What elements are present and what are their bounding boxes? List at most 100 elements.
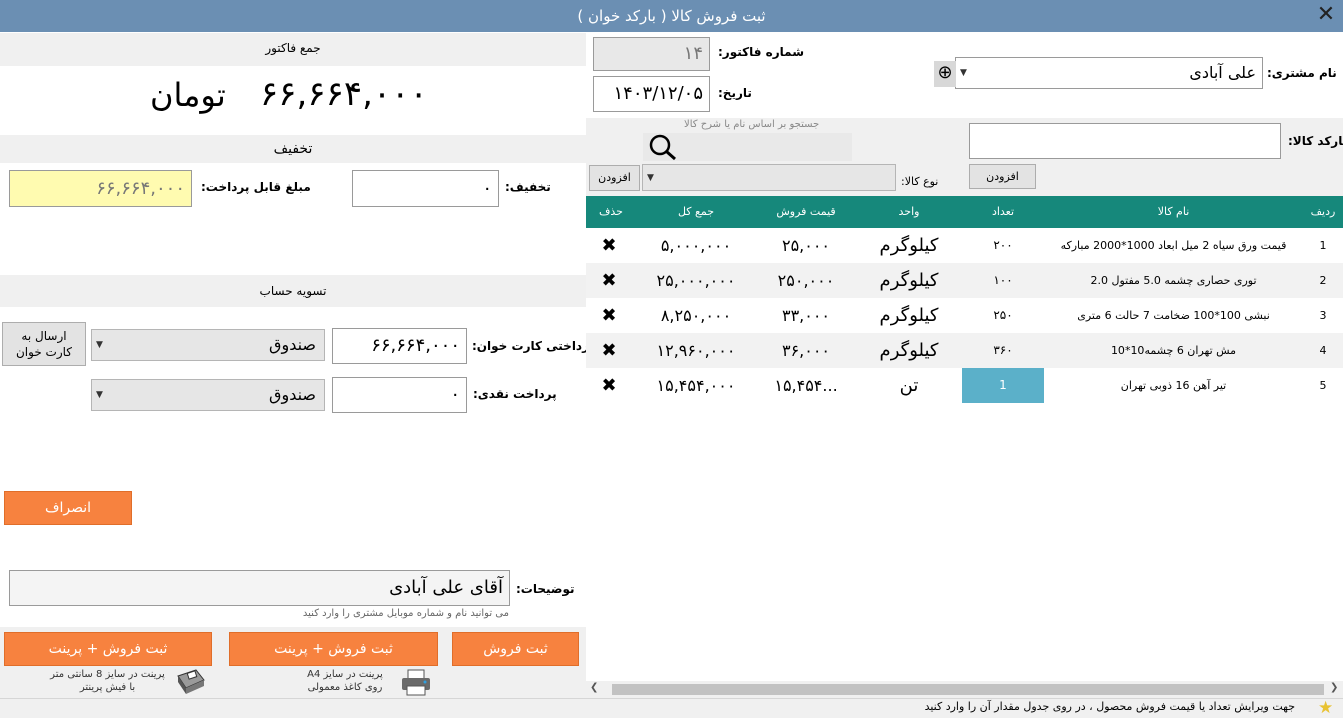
table-row[interactable]: 4 مش تهران 6 چشمه10*10 ۳۶۰ کیلوگرم ۳۶,۰۰… [586, 333, 1343, 368]
row-number: 3 [1319, 309, 1327, 322]
add-customer-icon[interactable]: ⊕ [934, 61, 956, 87]
printer-icon [400, 668, 432, 699]
column-header-total: جمع کل [677, 205, 715, 218]
column-header-row: ردیف [1310, 205, 1336, 218]
chevron-down-icon: ▼ [647, 172, 654, 183]
send-to-pos-button[interactable]: ارسال به کارت خوان [2, 322, 86, 366]
save-print-8cm-button[interactable]: ثبت فروش + پرینت [4, 632, 212, 666]
product-type-add-button[interactable]: افزودن [589, 165, 640, 191]
unit-cell: کیلوگرم [879, 235, 939, 256]
invoice-total-amount: ۶۶,۶۶۴,۰۰۰ [260, 74, 428, 114]
a4-print-hint: پرینت در سایز A4 روی کاغذ معمولی [307, 669, 383, 693]
date-field[interactable]: ۱۴۰۳/۱۲/۰۵ [593, 76, 710, 112]
close-button[interactable]: ✕ [1309, 0, 1343, 32]
product-name: توری حصاری چشمه 5.0 مفتول 2.0 [1090, 274, 1257, 287]
notes-label: توضیحات: [516, 582, 575, 596]
notes-input[interactable]: آقای علی آبادی [9, 570, 510, 606]
column-header-qty: تعداد [991, 205, 1015, 218]
quantity-cell-editing[interactable]: 1 [962, 368, 1044, 403]
customer-select[interactable]: علی آبادی ▼ [955, 57, 1263, 89]
unit-cell: کیلوگرم [879, 270, 939, 291]
product-name: قیمت ورق سیاه 2 میل ابعاد 1000*2000 مبار… [1060, 239, 1287, 252]
items-table-header: ردیف نام کالا تعداد واحد قیمت فروش جمع ک… [586, 196, 1343, 228]
unit-cell: تن [899, 375, 919, 396]
unit-cell: کیلوگرم [879, 305, 939, 326]
table-row[interactable]: 2 توری حصاری چشمه 5.0 مفتول 2.0 ۱۰۰ کیلو… [586, 263, 1343, 298]
receipt-print-hint: پرینت در سایز 8 سانتی متر با فیش پرینتر [50, 669, 165, 693]
card-payment-input[interactable]: ۶۶,۶۶۴,۰۰۰ [332, 328, 467, 364]
cash-payment-label: پرداخت نقدی: [473, 387, 557, 401]
discount-heading: تخفیف [0, 135, 586, 163]
table-row[interactable]: 5 تیر آهن 16 ذوبی تهران 1 تن ۱۵,۴۵۴... ۱… [586, 368, 1343, 403]
column-header-price: قیمت فروش [776, 205, 836, 218]
table-row[interactable]: 3 نبشی 100*100 ضخامت 7 حالت 6 متری ۲۵۰ ک… [586, 298, 1343, 333]
row-number: 5 [1319, 379, 1327, 392]
total-cell: ۱۵,۴۵۴,۰۰۰ [656, 376, 736, 395]
star-icon: ★ [1318, 698, 1334, 718]
product-type-select[interactable]: ▼ [642, 164, 896, 191]
delete-icon[interactable]: ✖ [586, 228, 632, 263]
quantity-cell[interactable]: ۱۰۰ [962, 263, 1044, 298]
delete-icon[interactable]: ✖ [586, 263, 632, 298]
invoice-total-heading: جمع فاکتور [0, 33, 586, 66]
discount-input[interactable]: ۰ [352, 170, 499, 207]
price-cell[interactable]: ۲۵,۰۰۰ [756, 228, 856, 263]
quantity-cell[interactable]: ۳۶۰ [962, 333, 1044, 368]
quantity-cell[interactable]: ۲۵۰ [962, 298, 1044, 333]
save-print-a4-button[interactable]: ثبت فروش + پرینت [229, 632, 438, 666]
delete-icon[interactable]: ✖ [586, 298, 632, 333]
column-header-unit: واحد [898, 205, 920, 218]
barcode-input[interactable] [969, 123, 1281, 159]
total-cell: ۱۲,۹۶۰,۰۰۰ [656, 341, 736, 360]
price-cell[interactable]: ۲۵۰,۰۰۰ [756, 263, 856, 298]
product-type-label: نوع کالا: [901, 175, 939, 188]
delete-icon[interactable]: ✖ [586, 368, 632, 403]
price-cell[interactable]: ۱۵,۴۵۴... [756, 368, 856, 403]
search-icon[interactable] [647, 133, 679, 164]
status-hint: جهت ویرایش تعداد یا قیمت فروش محصول ، در… [924, 700, 1295, 713]
card-account-value: صندوق [269, 335, 316, 354]
total-cell: ۲۵,۰۰۰,۰۰۰ [656, 271, 736, 290]
unit-cell: کیلوگرم [879, 340, 939, 361]
product-name: نبشی 100*100 ضخامت 7 حالت 6 متری [1077, 309, 1270, 322]
barcode-add-button[interactable]: افزودن [969, 164, 1036, 189]
receipt-printer-icon [174, 666, 208, 699]
cash-account-value: صندوق [269, 385, 316, 404]
payable-label: مبلغ قابل پرداخت: [201, 180, 311, 194]
chevron-down-icon: ▼ [96, 390, 103, 400]
scrollbar-thumb[interactable] [612, 684, 1324, 695]
total-cell: ۵,۰۰۰,۰۰۰ [660, 236, 732, 255]
date-label: تاریخ: [718, 86, 752, 100]
save-button[interactable]: ثبت فروش [452, 632, 579, 666]
search-hint: جستجو بر اساس نام یا شرح کالا [684, 119, 820, 130]
delete-icon[interactable]: ✖ [586, 333, 632, 368]
barcode-label: بارکد کالا: [1288, 134, 1343, 148]
settlement-heading: تسویه حساب [0, 275, 586, 307]
product-name: تیر آهن 16 ذوبی تهران [1120, 379, 1227, 392]
row-number: 1 [1319, 239, 1327, 252]
quantity-cell[interactable]: ۲۰۰ [962, 228, 1044, 263]
scroll-right-icon[interactable]: ❯ [1330, 682, 1338, 693]
column-header-delete: حذف [599, 205, 623, 218]
cash-account-select[interactable]: صندوق ▼ [91, 379, 325, 411]
row-number: 4 [1319, 344, 1327, 357]
cancel-button[interactable]: انصراف [4, 491, 132, 525]
invoice-number-label: شماره فاکتور: [718, 45, 804, 59]
notes-hint: می توانید نام و شماره موبایل مشتری را وا… [302, 608, 509, 619]
total-currency: تومان [150, 76, 226, 114]
price-cell[interactable]: ۳۳,۰۰۰ [756, 298, 856, 333]
price-cell[interactable]: ۳۶,۰۰۰ [756, 333, 856, 368]
row-number: 2 [1319, 274, 1327, 287]
column-header-name: نام کالا [1157, 205, 1190, 218]
payable-amount-field: ۶۶,۶۶۴,۰۰۰ [9, 170, 192, 207]
card-payment-label: پرداختی کارت خوان: [472, 339, 595, 353]
customer-label: نام مشتری: [1267, 66, 1337, 80]
window-title: ثبت فروش کالا ( بارکد خوان ) [0, 0, 1343, 32]
table-row[interactable]: 1 قیمت ورق سیاه 2 میل ابعاد 1000*2000 مب… [586, 228, 1343, 263]
customer-value: علی آبادی [1189, 63, 1256, 82]
card-account-select[interactable]: صندوق ▼ [91, 329, 325, 361]
chevron-down-icon: ▼ [960, 68, 967, 78]
scroll-left-icon[interactable]: ❮ [590, 682, 598, 693]
invoice-number-field: ۱۴ [593, 37, 710, 71]
cash-payment-input[interactable]: ۰ [332, 377, 467, 413]
